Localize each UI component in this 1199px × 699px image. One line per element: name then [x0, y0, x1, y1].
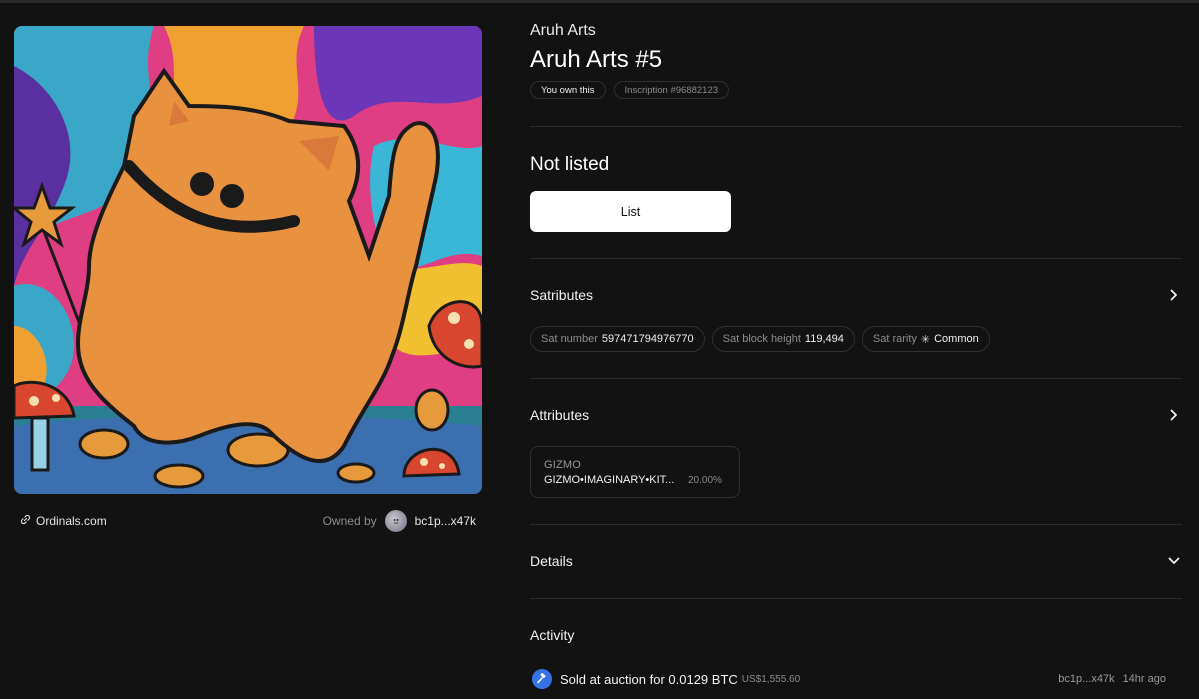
badges-row: You own this Inscription #96882123	[530, 81, 730, 99]
details-title: Details	[530, 553, 573, 569]
list-button[interactable]: List	[530, 191, 731, 232]
owner-info: Owned by bc1p...x47k	[323, 510, 476, 532]
hammer-icon	[532, 669, 552, 689]
satributes-header[interactable]: Satributes	[530, 281, 1182, 309]
attributes-header[interactable]: Attributes	[530, 401, 1182, 429]
activity-title: Activity	[530, 627, 575, 643]
top-border	[0, 0, 1199, 3]
activity-usd: US$1,555.60	[741, 673, 801, 685]
chevron-right-icon[interactable]	[1166, 287, 1182, 303]
chip-key: Sat number	[541, 333, 598, 345]
ordinals-link[interactable]: Ordinals.com	[20, 514, 107, 528]
owner-address[interactable]: bc1p...x47k	[415, 514, 476, 528]
chip-value: 597471794976770	[601, 333, 694, 345]
satributes-title: Satributes	[530, 287, 594, 303]
chip-value: 119,494	[804, 333, 844, 345]
activity-time: 14hr ago	[1122, 673, 1166, 685]
chevron-down-icon[interactable]	[1166, 553, 1182, 569]
attribute-value: GIZMO•IMAGINARY•KIT...	[544, 474, 675, 486]
satributes-chips: Sat number 597471794976770 Sat block hei…	[530, 326, 990, 352]
artwork-meta-row: Ordinals.com Owned by bc1p...x47k	[14, 508, 482, 534]
attribute-card[interactable]: GIZMO GIZMO•IMAGINARY•KIT... 20.00%	[530, 446, 740, 498]
ordinals-link-label: Ordinals.com	[36, 514, 107, 528]
chevron-right-icon[interactable]	[1166, 407, 1182, 423]
divider	[530, 378, 1182, 379]
owned-by-label: Owned by	[322, 514, 377, 528]
owner-avatar[interactable]	[384, 510, 407, 532]
chip-key: Sat block height	[722, 333, 801, 345]
listing-status: Not listed	[530, 154, 610, 175]
divider	[530, 524, 1182, 525]
inscription-badge: Inscription #96882123	[613, 81, 730, 99]
ownership-badge: You own this	[530, 81, 606, 99]
divider	[530, 126, 1182, 127]
divider	[530, 258, 1182, 259]
activity-event[interactable]: Sold at auction for 0.0129 BTC US$1,555.…	[530, 668, 1166, 690]
collection-name[interactable]: Aruh Arts	[530, 22, 596, 40]
sat-number-chip: Sat number 597471794976770	[530, 326, 705, 352]
divider	[530, 598, 1182, 599]
page-title: Aruh Arts #5	[530, 46, 663, 73]
nft-artwork[interactable]	[14, 26, 482, 494]
sparkle-icon: ✳	[920, 333, 931, 346]
chip-value: Common	[934, 333, 979, 345]
attribute-row: GIZMO•IMAGINARY•KIT... 20.00%	[544, 474, 726, 486]
attribute-type: GIZMO	[544, 459, 582, 471]
activity-address[interactable]: bc1p...x47k	[1058, 673, 1114, 685]
details-header[interactable]: Details	[530, 547, 1182, 575]
attributes-title: Attributes	[530, 407, 590, 423]
chip-key: Sat rarity	[872, 333, 917, 345]
activity-text: Sold at auction for 0.0129 BTC	[560, 671, 738, 687]
activity-header: Activity	[530, 621, 1182, 649]
sat-block-height-chip: Sat block height 119,494	[711, 326, 855, 352]
link-icon	[20, 514, 31, 528]
sat-rarity-chip: Sat rarity ✳ Common	[861, 326, 990, 352]
attribute-percent: 20.00%	[688, 474, 722, 486]
